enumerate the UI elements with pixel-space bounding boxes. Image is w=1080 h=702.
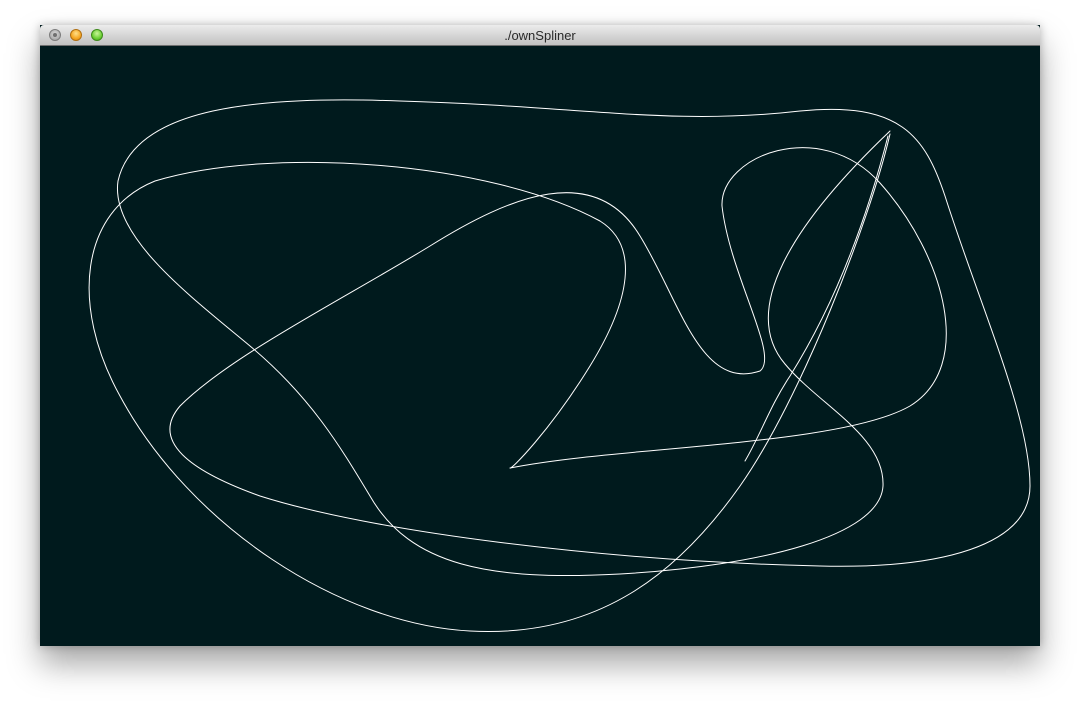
spline-curve-tip: [744, 135, 889, 462]
spline-canvas[interactable]: [40, 46, 1040, 646]
spline-drawing: [88, 99, 1031, 632]
title-bar[interactable]: ./ownSpliner: [40, 25, 1040, 46]
spline-curve-outer: [88, 99, 1031, 632]
window-title: ./ownSpliner: [504, 28, 576, 43]
app-window: ./ownSpliner: [40, 25, 1040, 646]
